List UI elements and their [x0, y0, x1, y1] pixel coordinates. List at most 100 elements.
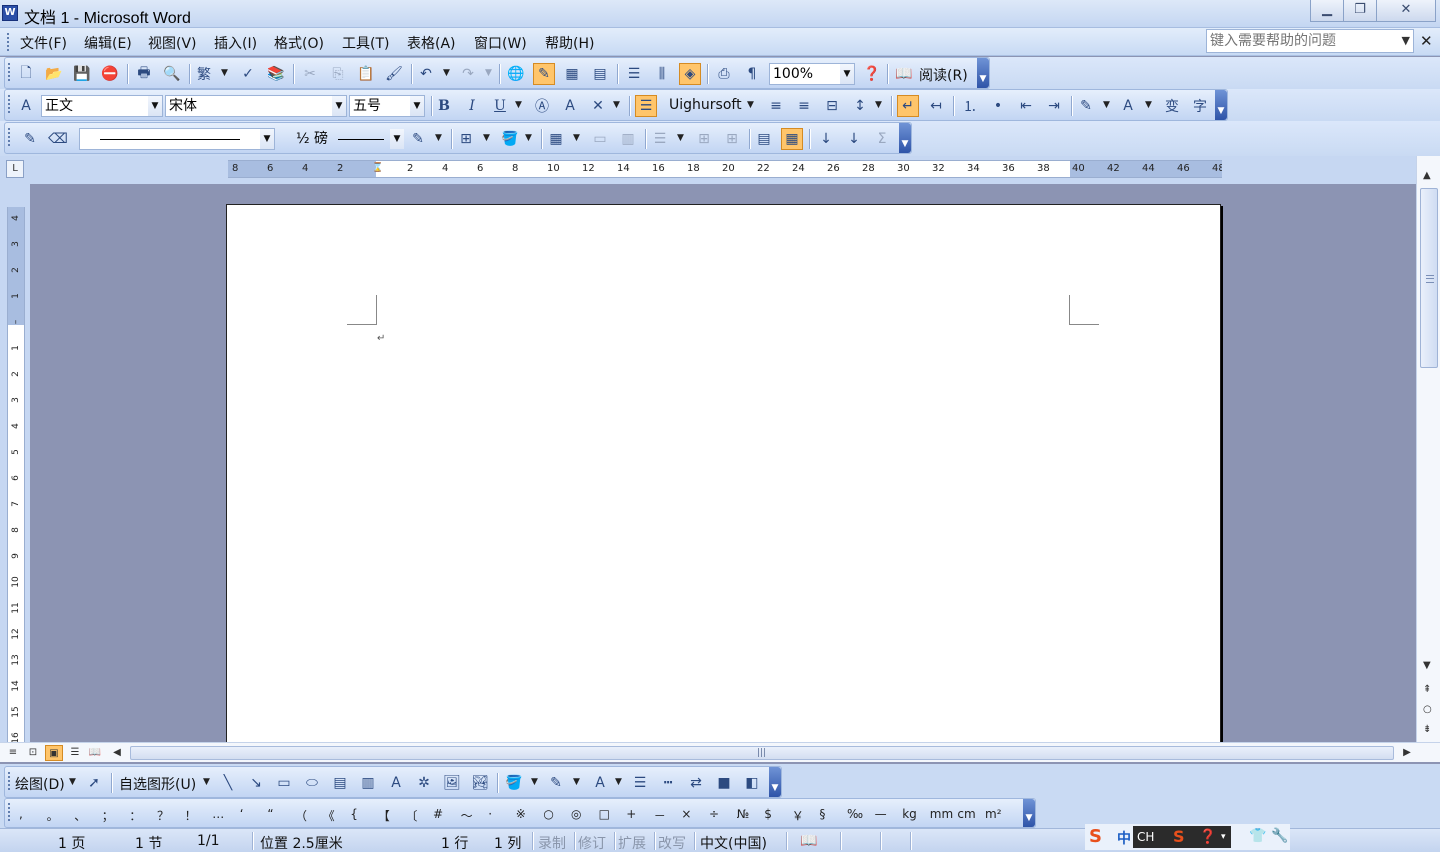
chevron-down-icon[interactable]: ▼ [443, 68, 450, 78]
symbol-button[interactable]: ÷ [709, 807, 719, 821]
distribute-columns-icon[interactable]: ⊞ [721, 128, 743, 150]
vertical-scrollbar[interactable]: ▲ ▼ ⇞ ○ ⇟ [1416, 156, 1440, 742]
chevron-down-icon[interactable]: ▼ [332, 96, 346, 116]
scroll-right-icon[interactable]: ▶ [1398, 745, 1416, 761]
align-center-icon[interactable]: ≡ [765, 95, 787, 117]
help-search-input[interactable] [1207, 30, 1397, 52]
hyperlink-icon[interactable]: 🌐 [505, 63, 527, 85]
fill-color-icon[interactable]: 🪣 [503, 772, 525, 794]
open-folder-icon[interactable]: 📂 [43, 63, 65, 85]
undo-icon[interactable]: ↶ [415, 63, 437, 85]
symbol-button[interactable]: ； [102, 807, 114, 824]
scroll-up-icon[interactable]: ▲ [1423, 170, 1431, 181]
spelling-icon[interactable]: ✓ [237, 63, 259, 85]
chevron-down-icon[interactable]: ▼ [203, 777, 210, 787]
symbol-button[interactable]: № [737, 807, 749, 821]
restore-button[interactable]: ❐ [1343, 0, 1377, 22]
wrench-icon[interactable]: 🔧 [1271, 828, 1288, 844]
document-page[interactable]: ↵ [226, 204, 1221, 742]
symbol-button[interactable]: … [212, 807, 224, 821]
chevron-down-icon[interactable]: ▾ [1221, 826, 1226, 848]
font-select[interactable]: 宋体 ▼ [165, 95, 347, 117]
chevron-down-icon[interactable]: ▼ [573, 133, 580, 143]
character-shading-icon[interactable]: A [559, 95, 581, 117]
wordart-icon[interactable]: A [385, 772, 407, 794]
symbol-button[interactable]: mm [930, 807, 953, 821]
increase-indent-icon[interactable]: ⇥ [1043, 95, 1065, 117]
symbol-button[interactable]: □ [599, 807, 610, 821]
distributed-icon[interactable]: ⊟ [821, 95, 843, 117]
save-icon[interactable]: 💾 [71, 63, 93, 85]
tables-borders-icon[interactable]: ✎ [533, 63, 555, 85]
sort-ascending-icon[interactable]: ↓ [815, 128, 837, 150]
symbol-button[interactable]: ？ [157, 807, 169, 824]
toolbar-grip[interactable] [6, 32, 10, 52]
bold-button[interactable]: B [433, 95, 455, 117]
chevron-down-icon[interactable]: ▼ [515, 100, 522, 110]
chevron-down-icon[interactable]: ▼ [573, 777, 580, 787]
draw-menu[interactable]: 绘图(D) [15, 774, 65, 794]
columns-icon[interactable]: ☰ [623, 63, 645, 85]
menu-help[interactable]: 帮助(H) [545, 33, 594, 53]
align-right-icon[interactable]: ≡ [793, 95, 815, 117]
chevron-down-icon[interactable]: ▼ [483, 133, 490, 143]
toolbar-grip[interactable] [7, 802, 11, 822]
symbol-button[interactable]: ！ [185, 807, 197, 824]
split-cells-icon[interactable]: ▥ [617, 128, 639, 150]
autoshapes-menu[interactable]: 自选图形(U) [119, 774, 196, 794]
paste-icon[interactable]: 📋 [355, 63, 377, 85]
insert-excel-icon[interactable]: ▤ [589, 63, 611, 85]
symbol-button[interactable]: － [654, 807, 666, 824]
line-spacing-icon[interactable]: ↕ [849, 95, 871, 117]
line-weight-select[interactable]: ½ 磅 ▼ [277, 128, 405, 150]
insert-table-icon[interactable]: ▦ [545, 128, 567, 150]
menu-format[interactable]: 格式(O) [274, 33, 324, 53]
oval-icon[interactable]: ⬭ [301, 772, 323, 794]
symbol-button[interactable]: 。 [47, 807, 59, 824]
skin-icon[interactable]: 👕 [1249, 828, 1266, 844]
decrease-indent-icon[interactable]: ⇤ [1015, 95, 1037, 117]
symbol-button[interactable]: 、 [74, 807, 86, 824]
line-icon[interactable]: ╲ [217, 772, 239, 794]
symbol-button[interactable]: 【 [378, 807, 390, 824]
symbol-button[interactable]: ○ [543, 807, 553, 821]
table-autoformat-icon[interactable]: ▤ [753, 128, 775, 150]
bullets-icon[interactable]: • [987, 95, 1009, 117]
numbering-icon[interactable]: ⒈ [959, 95, 981, 117]
rtl-icon[interactable]: ↤ [925, 95, 947, 117]
scroll-down-icon[interactable]: ▼ [1423, 660, 1431, 671]
symbol-button[interactable]: 《 [323, 807, 335, 824]
italic-button[interactable]: I [461, 95, 483, 117]
insert-table-icon[interactable]: ▦ [561, 63, 583, 85]
symbol-button[interactable]: ‰ [847, 807, 863, 821]
autosum-icon[interactable]: Σ [871, 128, 893, 150]
permission-icon[interactable]: ⛔ [99, 63, 121, 85]
shading-color-icon[interactable]: 🪣 [499, 128, 521, 150]
chevron-down-icon[interactable]: ▼ [435, 133, 442, 143]
arrow-style-icon[interactable]: ⇄ [685, 772, 707, 794]
shadow-style-icon[interactable]: ■ [713, 772, 735, 794]
new-document-icon[interactable]: 🗋 [15, 63, 37, 85]
symbol-button[interactable]: — [875, 807, 887, 821]
spelling-status-icon[interactable]: 📖 [800, 833, 817, 849]
format-painter-icon[interactable]: 🖌 [383, 63, 405, 85]
chevron-down-icon[interactable]: ▼ [531, 777, 538, 787]
select-browse-object-icon[interactable]: ○ [1423, 704, 1432, 715]
symbol-button[interactable]: （ [295, 807, 307, 824]
menu-view[interactable]: 视图(V) [148, 33, 197, 53]
script-font-label[interactable]: Uighursoft [669, 97, 742, 113]
symbol-button[interactable]: 〔 [405, 807, 417, 824]
close-document-icon[interactable]: ✕ [1420, 32, 1433, 50]
sort-descending-icon[interactable]: ↓ [843, 128, 865, 150]
borders-icon[interactable]: ⊞ [455, 128, 477, 150]
horizontal-scrollbar[interactable]: ||| [130, 746, 1394, 760]
highlight-icon[interactable]: ✎ [1075, 95, 1097, 117]
symbol-button[interactable]: { [350, 807, 358, 821]
symbol-button[interactable]: # [433, 807, 443, 821]
status-track-changes[interactable]: 修订 [578, 833, 606, 852]
menu-edit[interactable]: 编辑(E) [84, 33, 132, 53]
chevron-down-icon[interactable]: ▼ [747, 100, 754, 110]
symbol-button[interactable]: cm [957, 807, 975, 821]
menu-table[interactable]: 表格(A) [407, 33, 456, 53]
minimize-button[interactable]: ▁ [1310, 0, 1344, 22]
